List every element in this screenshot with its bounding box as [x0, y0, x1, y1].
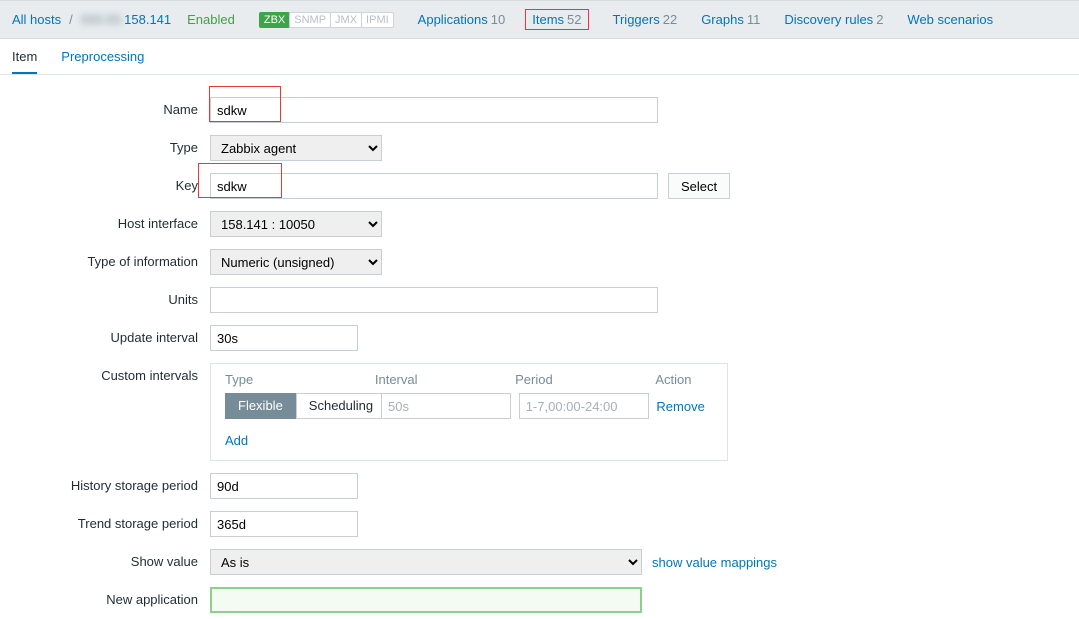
show-value-mappings-link[interactable]: show value mappings [652, 555, 777, 570]
units-input[interactable] [210, 287, 658, 313]
host-link[interactable]: 000.00.158.141 [81, 12, 171, 27]
tag-jmx: JMX [330, 12, 362, 28]
host-ip-suffix: 158.141 [124, 12, 171, 27]
nav-items[interactable]: Items52 [532, 12, 581, 27]
host-tag-group: ZBX SNMP JMX IPMI [251, 12, 394, 28]
ci-scheduling-button[interactable]: Scheduling [296, 393, 386, 419]
label-key: Key [0, 173, 210, 193]
show-value-select[interactable]: As is [210, 549, 642, 575]
custom-intervals-box: Type Interval Period Action Flexible Sch… [210, 363, 728, 461]
history-storage-input[interactable] [210, 473, 358, 499]
item-tabs: Item Preprocessing [0, 39, 1079, 75]
tab-preprocessing[interactable]: Preprocessing [61, 49, 144, 74]
ci-head-interval: Interval [375, 372, 515, 393]
ci-flexible-button[interactable]: Flexible [225, 393, 296, 419]
ci-add-link[interactable]: Add [225, 433, 248, 448]
highlight-name-box [209, 86, 281, 122]
type-select[interactable]: Zabbix agent [210, 135, 382, 161]
nav-discovery-rules[interactable]: Discovery rules2 [784, 12, 883, 27]
ci-remove-link[interactable]: Remove [656, 399, 704, 414]
tab-item[interactable]: Item [12, 49, 37, 74]
label-update-interval: Update interval [0, 325, 210, 345]
label-show-value: Show value [0, 549, 210, 569]
label-history-storage: History storage period [0, 473, 210, 493]
host-breadcrumb-bar: All hosts / 000.00.158.141 Enabled ZBX S… [0, 0, 1079, 39]
item-form: Name Type Zabbix agent Key Select Host i… [0, 75, 1079, 619]
tag-zbx: ZBX [259, 12, 290, 28]
ci-period-input[interactable] [519, 393, 649, 419]
label-host-interface: Host interface [0, 211, 210, 231]
label-custom-intervals: Custom intervals [0, 363, 210, 383]
update-interval-input[interactable] [210, 325, 358, 351]
highlight-key-box [198, 163, 282, 198]
ci-head-action: Action [655, 372, 713, 393]
host-interface-select[interactable]: 158.141 : 10050 [210, 211, 382, 237]
nav-web-scenarios[interactable]: Web scenarios [907, 12, 993, 27]
ci-type-toggle: Flexible Scheduling [225, 393, 381, 419]
all-hosts-link[interactable]: All hosts [12, 12, 61, 27]
type-of-information-select[interactable]: Numeric (unsigned) [210, 249, 382, 275]
host-enabled-badge: Enabled [187, 12, 235, 27]
nav-items-highlight: Items52 [525, 9, 588, 30]
select-key-button[interactable]: Select [668, 173, 730, 199]
nav-graphs[interactable]: Graphs11 [701, 12, 760, 27]
tag-ipmi: IPMI [361, 12, 394, 28]
new-application-input[interactable] [210, 587, 642, 613]
ci-head-period: Period [515, 372, 655, 393]
label-units: Units [0, 287, 210, 307]
tag-snmp: SNMP [289, 12, 331, 28]
ci-interval-input[interactable] [381, 393, 511, 419]
custom-interval-row: Flexible Scheduling Remove [225, 393, 713, 419]
label-trend-storage: Trend storage period [0, 511, 210, 531]
nav-applications[interactable]: Applications10 [418, 12, 506, 27]
breadcrumb-separator: / [69, 12, 73, 27]
label-name: Name [0, 97, 210, 117]
trend-storage-input[interactable] [210, 511, 358, 537]
custom-intervals-header: Type Interval Period Action [225, 372, 713, 393]
host-ip-blurred: 000.00. [81, 12, 124, 27]
label-type-of-information: Type of information [0, 249, 210, 269]
label-type: Type [0, 135, 210, 155]
label-new-application: New application [0, 587, 210, 607]
ci-head-type: Type [225, 372, 375, 393]
nav-triggers[interactable]: Triggers22 [613, 12, 678, 27]
